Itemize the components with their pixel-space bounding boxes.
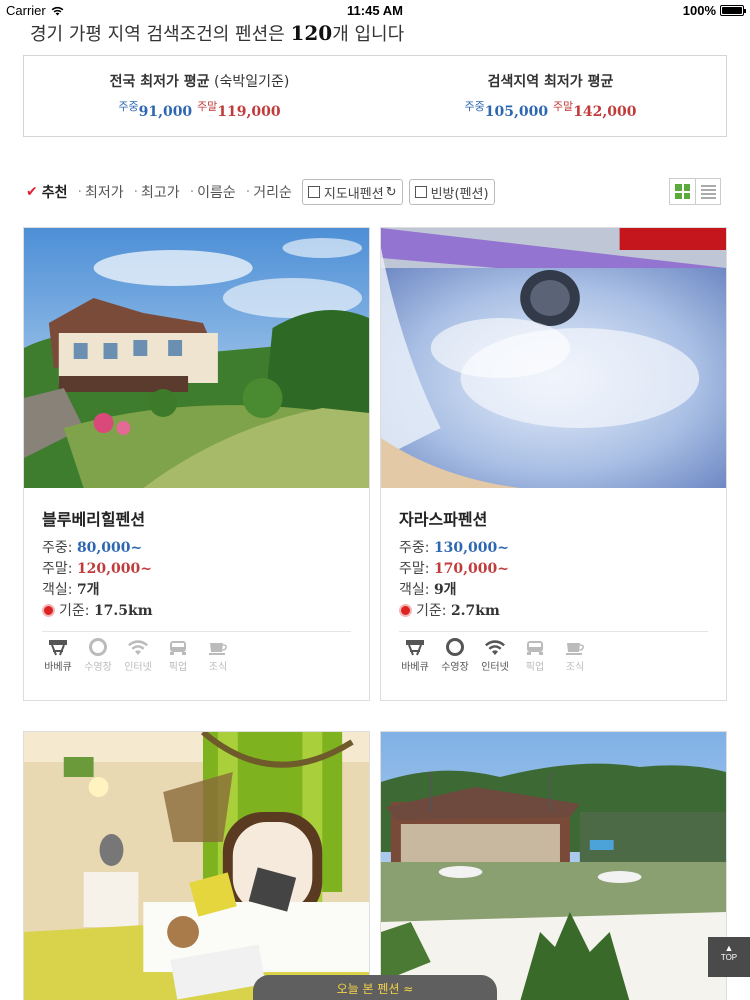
listing-card[interactable]: 자라스파펜션 주중: 130,000~ 주말: 170,000~ 객실: 9개 … bbox=[380, 227, 727, 701]
distance: 기준: 17.5km bbox=[42, 603, 351, 619]
amenity-bbq: 바베큐 bbox=[42, 638, 74, 673]
region-title: 검색지역 최저가 평균 bbox=[487, 74, 614, 90]
view-toggle bbox=[669, 178, 721, 205]
list-icon bbox=[700, 184, 716, 199]
region-weekend-price: 142,000 bbox=[573, 104, 637, 120]
checkbox-icon bbox=[307, 186, 320, 198]
listing-photo[interactable] bbox=[24, 228, 369, 488]
room-count: 객실: 7개 bbox=[42, 582, 100, 598]
amenity-label: 바베큐 bbox=[44, 662, 72, 673]
listing-card[interactable] bbox=[380, 731, 727, 1000]
region-average: 검색지역 최저가 평균 주중105,000 주말142,000 bbox=[375, 56, 726, 136]
weekend-price: 주말: 120,000~ bbox=[42, 561, 152, 577]
distance: 기준: 2.7km bbox=[399, 603, 708, 619]
location-pin-icon bbox=[42, 604, 55, 617]
amenity-wifi: 인터넷 bbox=[122, 638, 154, 673]
vacancy-filter[interactable]: 빈방(펜션) bbox=[408, 179, 495, 205]
sort-highest-price[interactable]: · 최고가 bbox=[134, 182, 180, 202]
listing-photo[interactable] bbox=[24, 732, 369, 1000]
amenity-list: 바베큐 수영장 인터넷 픽업 조식 bbox=[42, 632, 351, 685]
weekday-price: 주중: 80,000~ bbox=[42, 540, 143, 556]
listing-name[interactable]: 자라스파펜션 bbox=[399, 506, 708, 530]
amenity-car: 픽업 bbox=[519, 638, 551, 673]
car-icon bbox=[519, 638, 551, 656]
listing-card[interactable] bbox=[23, 731, 370, 1000]
car-icon bbox=[162, 638, 194, 656]
amenity-car: 픽업 bbox=[162, 638, 194, 673]
amenity-label: 조식 bbox=[208, 662, 228, 673]
arrow-up-icon: ▲ bbox=[724, 943, 734, 953]
region-weekday-price: 105,000 bbox=[484, 104, 549, 120]
national-weekend-price: 119,000 bbox=[217, 104, 281, 120]
battery-icon bbox=[720, 5, 746, 16]
bbq-icon bbox=[399, 638, 431, 656]
battery-percent: 100% bbox=[682, 3, 716, 18]
amenity-pool: 수영장 bbox=[82, 638, 114, 673]
listing-photo[interactable] bbox=[381, 228, 726, 488]
room-count: 객실: 9개 bbox=[399, 582, 457, 598]
amenity-bbq: 바베큐 bbox=[399, 638, 431, 673]
result-count: 120 bbox=[290, 21, 333, 45]
weekday-price: 주중: 130,000~ bbox=[399, 540, 509, 556]
sort-lowest-price[interactable]: · 최저가 bbox=[78, 182, 124, 202]
refresh-icon: ↻ bbox=[385, 184, 397, 200]
amenity-breakfast: 조식 bbox=[202, 638, 234, 673]
sort-recommended[interactable]: ✔ 추천 bbox=[26, 182, 68, 202]
result-headline: 경기 가평 지역 검색조건의 펜션은 120개 입니다 bbox=[30, 21, 405, 45]
sort-distance[interactable]: · 거리순 bbox=[246, 182, 292, 202]
national-title: 전국 최저가 평균 bbox=[109, 74, 210, 90]
listing-card[interactable]: 블루베리힐펜션 주중: 80,000~ 주말: 120,000~ 객실: 7개 … bbox=[23, 227, 370, 701]
clock: 11:45 AM bbox=[347, 3, 403, 18]
amenity-breakfast: 조식 bbox=[559, 638, 591, 673]
wifi-icon bbox=[122, 638, 154, 656]
national-average: 전국 최저가 평균 (숙박일기준) 주중91,000 주말119,000 bbox=[109, 74, 290, 120]
scroll-top-button[interactable]: ▲ TOP bbox=[708, 937, 750, 977]
location-pin-icon bbox=[399, 604, 412, 617]
recently-viewed-bar[interactable]: 오늘 본 펜션 ≈ bbox=[253, 975, 497, 1000]
amenity-label: 픽업 bbox=[525, 662, 545, 673]
amenity-wifi: 인터넷 bbox=[479, 638, 511, 673]
weekend-price: 주말: 170,000~ bbox=[399, 561, 509, 577]
amenity-label: 수영장 bbox=[441, 662, 469, 673]
status-bar: Carrier 11:45 AM 100% bbox=[0, 0, 750, 20]
listing-name[interactable]: 블루베리힐펜션 bbox=[42, 506, 351, 530]
sort-name[interactable]: · 이름순 bbox=[190, 182, 236, 202]
grid-icon bbox=[675, 184, 690, 199]
amenity-list: 바베큐 수영장 인터넷 픽업 조식 bbox=[399, 632, 708, 685]
checkbox-icon bbox=[414, 186, 427, 198]
sort-bar: ✔ 추천 · 최저가 · 최고가 · 이름순 · 거리순 지도내펜션 ↻ 빈방(펜션) bbox=[26, 176, 726, 208]
amenity-label: 조식 bbox=[565, 662, 585, 673]
amenity-label: 픽업 bbox=[168, 662, 188, 673]
national-note: (숙박일기준) bbox=[209, 74, 290, 90]
checkmark-icon: ✔ bbox=[26, 184, 38, 200]
grid-view-button[interactable] bbox=[670, 179, 695, 204]
price-summary: 전국 최저가 평균 (숙박일기준) 주중91,000 주말119,000 검색지… bbox=[23, 55, 727, 137]
amenity-label: 인터넷 bbox=[481, 662, 509, 673]
list-view-button[interactable] bbox=[695, 179, 720, 204]
bbq-icon bbox=[42, 638, 74, 656]
amenity-label: 수영장 bbox=[84, 662, 112, 673]
breakfast-icon bbox=[202, 638, 234, 656]
amenity-label: 인터넷 bbox=[124, 662, 152, 673]
breakfast-icon bbox=[559, 638, 591, 656]
pool-icon bbox=[82, 638, 114, 656]
map-pension-filter[interactable]: 지도내펜션 ↻ bbox=[301, 179, 403, 205]
listing-photo[interactable] bbox=[381, 732, 726, 1000]
amenity-label: 바베큐 bbox=[401, 662, 429, 673]
amenity-pool: 수영장 bbox=[439, 638, 471, 673]
national-weekday-price: 91,000 bbox=[138, 104, 193, 120]
wifi-icon bbox=[479, 638, 511, 656]
pool-icon bbox=[439, 638, 471, 656]
